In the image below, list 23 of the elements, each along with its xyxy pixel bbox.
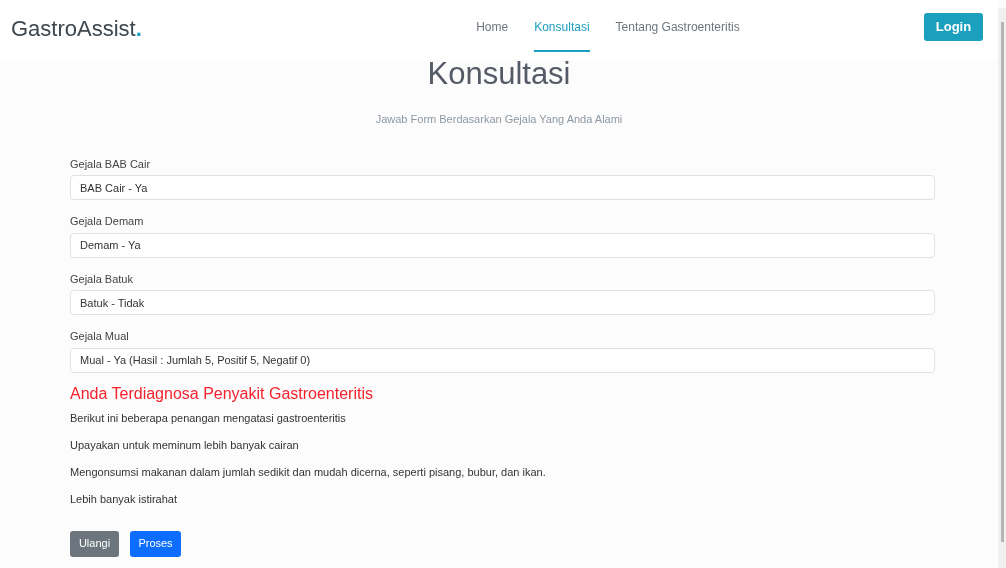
scrollbar[interactable] — [1000, 22, 1004, 542]
advice-text: Upayakan untuk meminum lebih banyak cairan — [70, 437, 300, 453]
input-field[interactable]: Batuk - Tidak — [70, 290, 935, 315]
input-field[interactable]: Mual - Ya (Hasil : Jumlah 5, Positif 5, Negatif 0) — [70, 347, 935, 373]
page-title: Konsultasi — [426, 58, 572, 89]
nav-link[interactable]: Konsultasi — [534, 0, 590, 52]
diagnosis-heading: Anda Terdiagnosa Penyakit Gastroenteritis — [70, 383, 374, 404]
advice-text: Mengonsumsi makanan dalam jumlah sedikit dan mudah dicerna, seperti pisang, bubur, dan ikan. — [70, 464, 547, 480]
input-field[interactable]: Demam - Ya — [70, 232, 935, 258]
login-button[interactable]: Login — [924, 13, 983, 41]
process-button[interactable]: Proses — [130, 530, 181, 557]
input-field[interactable]: BAB Cair - Ya — [70, 175, 935, 200]
field-label: Gejala Batuk — [70, 271, 134, 287]
reset-button[interactable]: Ulangi — [70, 530, 119, 557]
field-label: Gejala Mual — [70, 329, 130, 344]
field-label: Gejala Demam — [70, 214, 145, 229]
page-subtitle: Jawab Form Berdasarkan Gejala Yang Anda Alami — [374, 112, 624, 127]
nav-link[interactable]: Home — [476, 0, 509, 52]
nav-link[interactable]: Tentang Gastroenteritis — [615, 0, 740, 52]
logo[interactable]: GastroAssist. — [11, 11, 142, 45]
field-label: Gejala BAB Cair — [70, 156, 152, 172]
advice-text: Berikut ini beberapa penangan mengatasi gastroenteritis — [70, 410, 347, 426]
advice-text: Lebih banyak istirahat — [70, 491, 178, 507]
